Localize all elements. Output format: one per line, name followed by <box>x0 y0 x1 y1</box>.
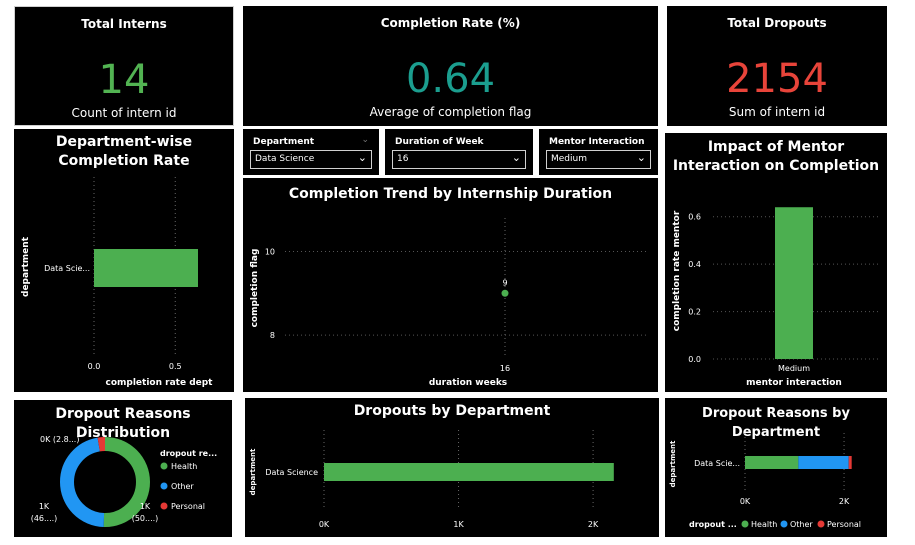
legend-label: Personal <box>827 520 861 529</box>
dept-completion-chart: Department-wise Completion Rate 0.0 0.5 Da… <box>14 129 234 392</box>
kpi-title: Completion Rate (%) <box>380 16 521 30</box>
kpi-completion-rate: Completion Rate (%) 0.64 Average of comp… <box>243 6 658 126</box>
y-axis-label: completion rate mentor <box>672 210 682 331</box>
kpi-title: Total Dropouts <box>727 16 827 30</box>
y-tick-label: Data Science <box>265 468 318 477</box>
duration-dropdown[interactable]: 16 ⌄ <box>392 150 526 169</box>
kpi-total-dropouts: Total Dropouts 2154 Sum of intern id <box>667 6 887 126</box>
y-tick-label: Data Scie... <box>694 459 740 468</box>
bar-segment <box>745 456 799 469</box>
slicer-label: Department <box>253 137 315 147</box>
kpi-title: Total Interns <box>81 17 167 31</box>
bar-segment <box>798 456 849 469</box>
dropout-reasons-chart: Dropout Reasons Distribution 0K (2.8...)… <box>14 400 232 537</box>
chevron-down-icon: ⌄ <box>361 135 369 145</box>
slicer-mentor: Mentor Interaction Medium ⌄ <box>539 129 658 175</box>
slicer-label: Duration of Week <box>395 137 484 147</box>
bar <box>775 207 813 359</box>
legend-swatch <box>160 502 168 510</box>
y-tick-label: 0.4 <box>688 260 701 269</box>
data-point <box>501 289 509 297</box>
chevron-down-icon[interactable]: ⌄ <box>358 151 367 164</box>
trend-duration-chart: Completion Trend by Internship Duration … <box>243 178 658 392</box>
x-tick-label: 0.5 <box>169 362 182 371</box>
x-tick-label: 0K <box>740 497 751 506</box>
slicer-label: Mentor Interaction <box>549 137 645 147</box>
dropouts-dept-plot: 0K 1K 2K Data Science department <box>249 430 614 529</box>
data-label: 9 <box>502 278 507 287</box>
kpi-total-interns: Total Interns 14 Count of intern id <box>14 6 234 126</box>
legend-swatch <box>160 462 168 470</box>
slicer-value: Medium <box>551 154 587 164</box>
chevron-down-icon[interactable]: ⌄ <box>637 151 646 164</box>
mentor-impact-plot: 0.6 0.4 0.2 0.0 Medium mentor interaction comp… <box>672 207 880 388</box>
slice-label: 1K <box>140 502 151 511</box>
y-axis-label: department <box>249 448 257 495</box>
slice-label: (46....) <box>31 514 58 523</box>
legend-swatch <box>741 520 749 528</box>
legend-title: dropout ... <box>689 520 737 529</box>
kpi-subtitle: Sum of intern id <box>728 105 826 119</box>
bar <box>324 463 614 481</box>
dropout-reasons-plot: 0K (2.8...) 1K (46....) 1K (50....) dropout r… <box>31 435 217 527</box>
y-axis-label: department <box>669 440 677 487</box>
x-tick-label: 0.0 <box>88 362 101 371</box>
mentor-impact-chart: Impact of Mentor Interaction on Completi… <box>665 133 887 392</box>
dept-completion-plot: 0.0 0.5 Data Scie... completion rate dept de… <box>21 177 214 388</box>
x-tick-label: 16 <box>500 364 510 373</box>
x-tick-label: 0K <box>319 520 330 529</box>
x-tick-label: 2K <box>588 520 599 529</box>
legend-swatch <box>160 482 168 490</box>
legend-label: Personal <box>171 502 205 511</box>
x-tick-label: 2K <box>839 497 850 506</box>
slicer-value: Data Science <box>255 154 315 164</box>
y-tick-label: 0.0 <box>688 355 701 364</box>
bar <box>94 249 198 287</box>
kpi-value: 0.64 <box>405 56 496 102</box>
x-tick-label: Medium <box>778 364 810 373</box>
legend-swatch <box>780 520 788 528</box>
legend-label: Other <box>171 482 194 491</box>
y-tick-label: Data Scie... <box>44 264 90 273</box>
x-axis-label: mentor interaction <box>746 378 842 388</box>
chevron-down-icon[interactable]: ⌄ <box>512 151 521 164</box>
y-tick-label: 0.2 <box>688 308 701 317</box>
department-dropdown[interactable]: Data Science ⌄ <box>250 150 372 169</box>
slicer-department: Department ⌄ Data Science ⌄ <box>243 129 379 175</box>
slice-label: (50....) <box>132 514 159 523</box>
kpi-subtitle: Count of intern id <box>71 106 177 120</box>
x-tick-label: 1K <box>453 520 464 529</box>
y-axis-label: completion flag <box>250 249 260 328</box>
x-axis-label: completion rate dept <box>106 378 214 388</box>
dropouts-dept-chart: Dropouts by Department 0K 1K 2K Data Scienc… <box>245 398 659 537</box>
slice-label: 0K (2.8...) <box>40 435 79 444</box>
y-tick-label: 10 <box>265 247 275 256</box>
reasons-dept-plot: 0K 2K Data Scie... department dropout ... Hea… <box>669 433 861 529</box>
kpi-value: 2154 <box>726 56 828 102</box>
legend-label: Other <box>790 520 813 529</box>
y-axis-label: department <box>21 236 31 297</box>
kpi-value: 14 <box>98 57 150 103</box>
bar-segment <box>848 456 852 469</box>
legend-label: Health <box>751 520 777 529</box>
slicer-duration: Duration of Week 16 ⌄ <box>385 129 533 175</box>
trend-duration-plot: 10 8 9 16 duration weeks completion flag <box>250 218 648 388</box>
slicer-value: 16 <box>397 154 409 164</box>
legend-title: dropout re... <box>160 449 217 458</box>
legend-label: Health <box>171 462 197 471</box>
mentor-dropdown[interactable]: Medium ⌄ <box>546 150 651 169</box>
y-tick-label: 0.6 <box>688 213 701 222</box>
slice-label: 1K <box>39 502 50 511</box>
x-axis-label: duration weeks <box>429 378 507 388</box>
kpi-subtitle: Average of completion flag <box>369 105 532 119</box>
y-tick-label: 8 <box>270 331 275 340</box>
reasons-dept-chart: Dropout Reasons by Department 0K 2K Data S… <box>665 398 887 537</box>
legend-swatch <box>817 520 825 528</box>
